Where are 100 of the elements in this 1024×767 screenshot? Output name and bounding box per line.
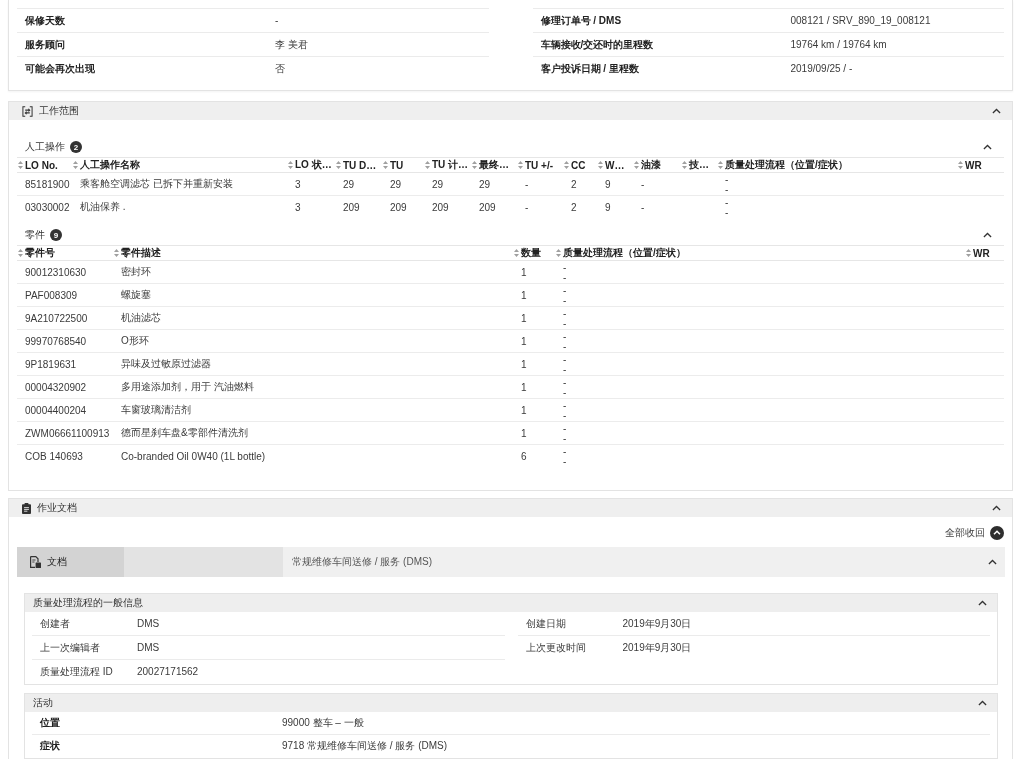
chevron-up-icon[interactable] — [992, 108, 1001, 114]
table-text: 1 — [521, 358, 527, 370]
sort-icon — [958, 161, 963, 169]
panel-header[interactable]: 活动 — [25, 694, 997, 712]
table-text: 1 — [521, 381, 527, 393]
sort-icon — [556, 249, 561, 257]
table-text: 机油保养 . — [80, 200, 126, 214]
table-text: 3 — [295, 178, 301, 190]
table-text: 9A210722500 — [25, 312, 88, 324]
column-header[interactable]: 零件描述 — [113, 246, 161, 260]
chevron-up-icon[interactable] — [983, 144, 992, 150]
column-header[interactable]: TU 计… — [424, 158, 469, 172]
table-text: 9 — [605, 178, 611, 190]
table-text: 1 — [521, 266, 527, 278]
table-text: 209 — [479, 201, 496, 213]
column-header[interactable]: 技… — [681, 158, 709, 172]
field-label: 上一次编辑者 — [40, 640, 100, 655]
table-text: - - — [563, 377, 567, 398]
table-text: 多用途添加剂，用于 汽油燃料 — [121, 380, 254, 394]
table-text: 2 — [571, 178, 577, 190]
column-header[interactable]: TU +/- — [517, 159, 554, 171]
section-header[interactable]: 作业文档 — [9, 499, 1012, 517]
sort-icon — [288, 161, 293, 169]
table-text: 1 — [521, 427, 527, 439]
column-header[interactable]: 数量 — [513, 246, 541, 260]
table-text: - - — [563, 446, 567, 467]
table-text: 209 — [343, 201, 360, 213]
table-text: 1 — [521, 335, 527, 347]
column-header[interactable]: CC — [563, 159, 586, 171]
table-text: COB 140693 — [25, 450, 83, 462]
table-text: 29 — [343, 178, 355, 190]
table-text: - - — [563, 285, 567, 306]
sort-icon — [682, 161, 687, 169]
column-header[interactable]: LO 状… — [287, 158, 332, 172]
field-label: 服务顾问 — [25, 37, 65, 52]
field-value: 李 美君 — [275, 37, 308, 52]
table-text: - - — [563, 308, 567, 329]
collapse-all-button[interactable]: 全部收回 — [945, 526, 1005, 540]
document-title: 常规维修车间送修 / 服务 (DMS) — [292, 555, 432, 569]
column-header[interactable]: 人工操作名称 — [72, 158, 140, 172]
field-label: 创建日期 — [525, 616, 566, 631]
table-text: 1 — [521, 312, 527, 324]
column-header[interactable]: LO No. — [17, 159, 58, 171]
subsection-title: 零件 — [25, 228, 45, 242]
sort-icon — [518, 161, 523, 169]
table-text: 乘客舱空调滤芯 已拆下并重新安装 — [80, 177, 233, 191]
sort-icon — [18, 249, 23, 257]
table-text: - - — [563, 262, 567, 283]
field-label: 车辆接收/交还时的里程数 — [540, 37, 654, 52]
field-value: 20027171562 — [137, 666, 199, 677]
field-value: - — [275, 15, 279, 26]
table-text: - — [525, 178, 529, 190]
table-text: - - — [725, 174, 729, 195]
field-label: 质量处理流程 ID — [40, 664, 113, 679]
table-text: 29 — [390, 178, 402, 190]
column-header[interactable]: 零件号 — [17, 246, 55, 260]
sort-icon — [598, 161, 603, 169]
column-header[interactable]: TU D… — [335, 159, 377, 171]
field-label: 上次更改时间 — [525, 640, 586, 655]
field-value: 9718 常规维修车间送修 / 服务 (DMS) — [282, 739, 448, 753]
field-value: 2019年9月30日 — [622, 616, 692, 631]
field-value: DMS — [137, 642, 160, 653]
column-header[interactable]: 质量处理流程（位置/症状） — [717, 158, 848, 172]
sort-icon — [425, 161, 430, 169]
column-header[interactable]: 油漆 — [633, 158, 661, 172]
table-text: 机油滤芯 — [121, 311, 161, 325]
chevron-up-icon[interactable] — [978, 700, 987, 706]
field-value: 2019/09/25 / - — [790, 63, 853, 74]
field-value: 2019年9月30日 — [622, 640, 692, 655]
table-text: - - — [563, 423, 567, 444]
field-value: 008121 / SRV_890_19_008121 — [790, 15, 931, 26]
table-text: 9 — [605, 201, 611, 213]
column-header[interactable]: WR — [957, 159, 982, 171]
table-text: - - — [563, 354, 567, 375]
field-label: 客户投诉日期 / 里程数 — [540, 61, 639, 76]
column-header[interactable]: TU — [382, 159, 404, 171]
table-text: 29 — [432, 178, 444, 190]
table-text: 00004400204 — [25, 404, 87, 416]
sort-icon — [634, 161, 639, 169]
panel-header[interactable]: 质量处理流程的一般信息 — [25, 594, 997, 612]
document-tab[interactable]: 文档 — [17, 547, 124, 577]
table-text: 德而星刹车盘&零部件清洗剂 — [121, 426, 248, 440]
chevron-up-icon[interactable] — [988, 559, 997, 565]
chevron-up-icon[interactable] — [983, 232, 992, 238]
column-header[interactable]: W… — [597, 159, 625, 171]
field-value: DMS — [137, 618, 160, 629]
column-header[interactable]: 最终… — [471, 158, 509, 172]
sort-icon — [18, 161, 23, 169]
table-text: ZWM06661100913 — [25, 427, 110, 439]
field-label: 位置 — [40, 716, 60, 730]
chevron-up-icon[interactable] — [978, 600, 987, 606]
section-header[interactable]: 工作范围 — [9, 102, 1012, 120]
table-text: 85181900 — [25, 178, 70, 190]
column-header[interactable]: 质量处理流程（位置/症状） — [555, 246, 686, 260]
table-text: 3 — [295, 201, 301, 213]
chevron-up-icon[interactable] — [992, 505, 1001, 511]
table-text: 29 — [479, 178, 491, 190]
sort-icon — [564, 161, 569, 169]
column-header[interactable]: WR — [965, 247, 990, 259]
field-value: 否 — [275, 61, 285, 76]
